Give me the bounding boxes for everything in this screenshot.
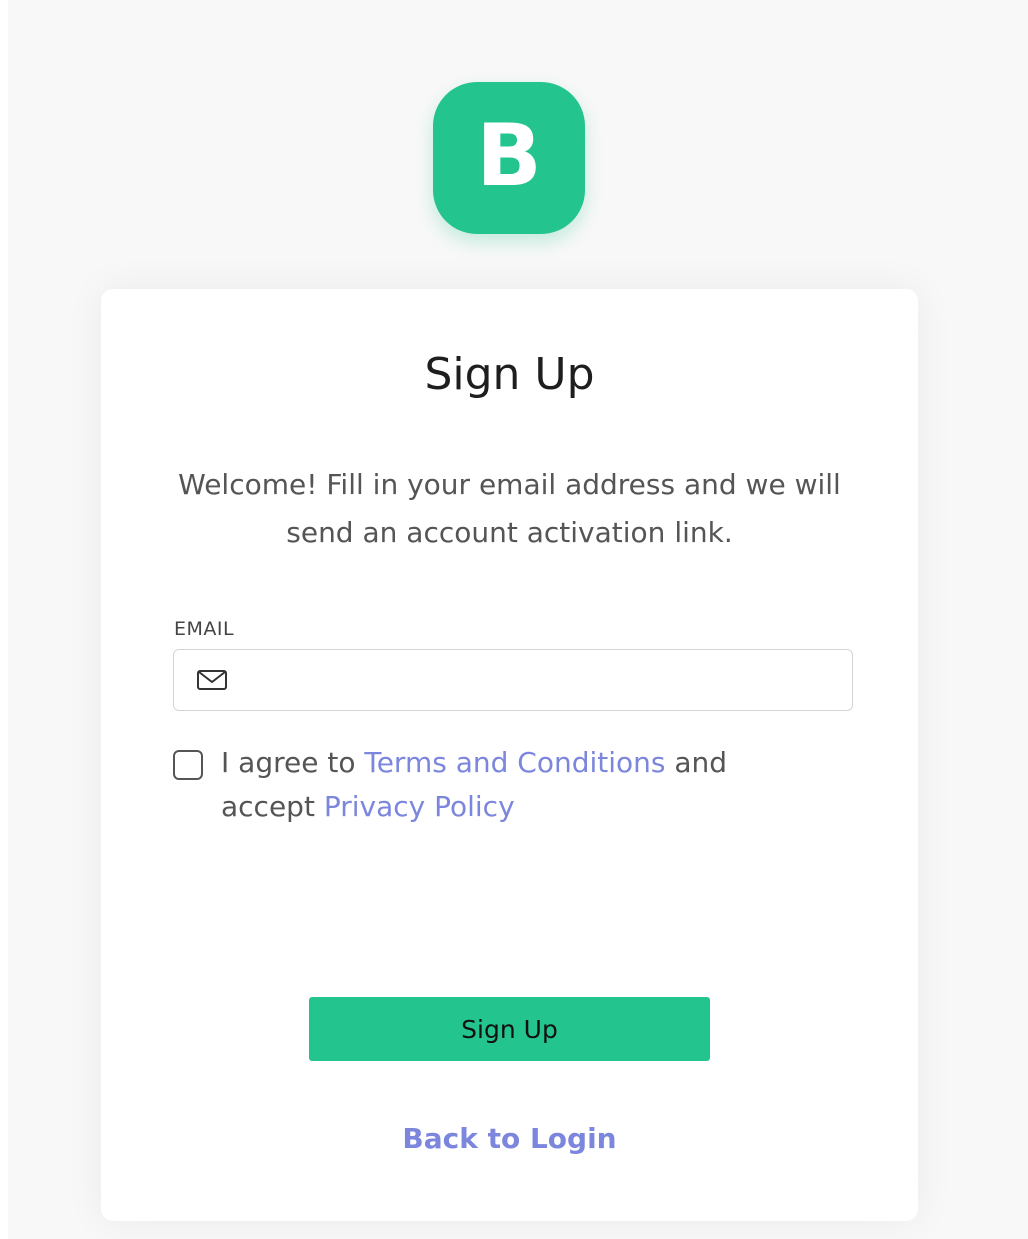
privacy-link[interactable]: Privacy Policy xyxy=(324,790,515,823)
terms-link[interactable]: Terms and Conditions xyxy=(364,746,665,779)
agreement-prefix: I agree to xyxy=(221,746,365,779)
agreement-text: I agree to Terms and Conditions and acce… xyxy=(221,741,781,829)
email-label: EMAIL xyxy=(174,618,235,640)
intro-text: Welcome! Fill in your email address and … xyxy=(178,468,841,549)
page-edge xyxy=(0,0,8,1239)
agree-checkbox[interactable] xyxy=(173,750,203,780)
logo-letter: B xyxy=(476,106,542,206)
email-input[interactable] xyxy=(238,650,842,710)
back-to-login-link[interactable]: Back to Login xyxy=(101,1122,918,1155)
signup-button[interactable]: Sign Up xyxy=(309,997,710,1061)
page-title: Sign Up xyxy=(424,349,595,400)
email-field[interactable] xyxy=(173,649,853,711)
mail-icon xyxy=(197,670,227,690)
signup-card: Sign Up Welcome! Fill in your email addr… xyxy=(101,289,918,1221)
app-logo: B xyxy=(433,82,585,234)
